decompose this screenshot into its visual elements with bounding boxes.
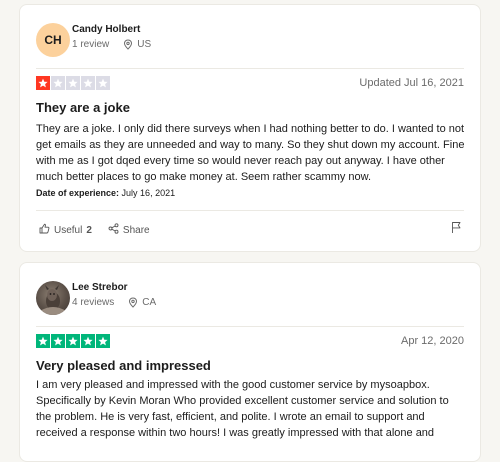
avatar[interactable]: CH: [36, 23, 70, 57]
review-count: 4 reviews: [72, 297, 115, 308]
review-card: Lee Strebor 4 reviews CA Apr 12, 2020 Ve…: [19, 262, 481, 462]
reviewer-country: CA: [142, 297, 157, 308]
location-pin-icon: [123, 39, 133, 50]
star-icon: [36, 76, 50, 90]
share-icon: [108, 223, 119, 237]
star-rating: [36, 334, 110, 348]
star-rating: [36, 76, 110, 90]
review-body: They are a joke. I only did there survey…: [36, 123, 465, 183]
useful-label: Useful: [54, 224, 83, 236]
reviewer-country: US: [137, 39, 152, 50]
reviewer-meta: 1 review US: [72, 39, 151, 50]
reviewer-name[interactable]: Candy Holbert: [72, 24, 140, 35]
experience-label: Date of experience:: [36, 188, 120, 198]
divider: [36, 210, 464, 211]
reviewer-meta: 4 reviews CA: [72, 297, 156, 308]
star-icon: [51, 76, 65, 90]
star-icon: [51, 334, 65, 348]
review-date: Updated Jul 16, 2021: [359, 77, 464, 89]
review-actions: Useful 2 Share: [39, 223, 166, 237]
review-body: I am very pleased and impressed with the…: [36, 379, 449, 439]
star-icon: [66, 76, 80, 90]
star-icon: [36, 334, 50, 348]
reviewer-name[interactable]: Lee Strebor: [72, 282, 128, 293]
review-date: Apr 12, 2020: [401, 335, 464, 347]
divider: [36, 326, 464, 327]
star-icon: [96, 334, 110, 348]
divider: [36, 68, 464, 69]
thumbs-up-icon: [39, 223, 50, 237]
star-icon: [96, 76, 110, 90]
star-icon: [81, 76, 95, 90]
share-label: Share: [122, 224, 150, 236]
avatar-photo: [40, 285, 66, 315]
review-title[interactable]: Very pleased and impressed: [36, 358, 211, 373]
star-icon: [66, 334, 80, 348]
useful-button[interactable]: Useful 2: [39, 223, 92, 237]
star-icon: [81, 334, 95, 348]
review-count: 1 review: [72, 39, 110, 50]
review-card: CH Candy Holbert 1 review US Updated Jul…: [19, 4, 481, 252]
location-pin-icon: [128, 297, 138, 308]
useful-count: 2: [86, 224, 92, 236]
experience-date: Date of experience: July 16, 2021: [36, 188, 175, 198]
flag-icon[interactable]: [451, 221, 462, 239]
review-title[interactable]: They are a joke: [36, 100, 130, 115]
avatar[interactable]: [36, 281, 70, 315]
experience-value: July 16, 2021: [121, 188, 176, 198]
share-button[interactable]: Share: [108, 223, 150, 237]
